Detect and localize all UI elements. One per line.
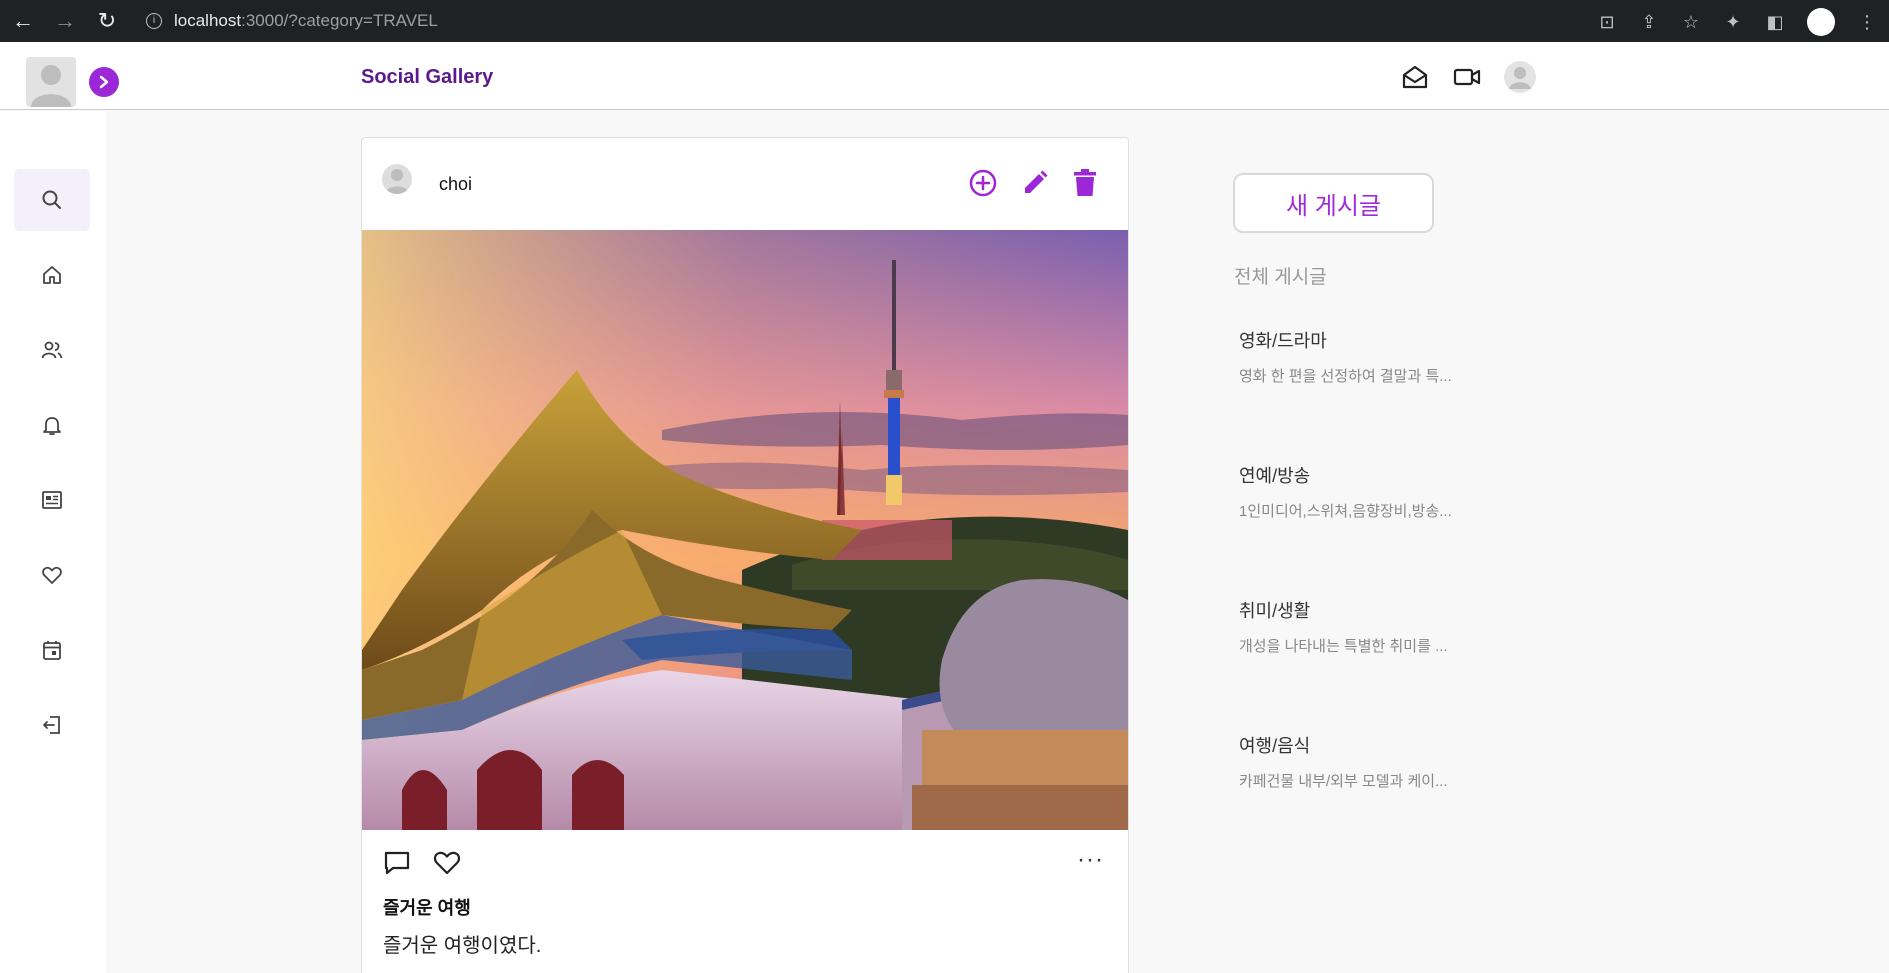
category-desc: 1인미디어,스위쳐,음향장비,방송...: [1239, 503, 1452, 520]
add-circle-icon[interactable]: [968, 168, 998, 203]
chevron-right-icon: [99, 75, 109, 89]
translate-icon[interactable]: ⊡: [1597, 12, 1617, 33]
like-heart-icon[interactable]: [432, 848, 462, 883]
category-desc: 개성을 나타내는 특별한 취미를 ...: [1239, 638, 1448, 655]
url-text[interactable]: localhost:3000/?category=TRAVEL: [174, 11, 438, 31]
app-header: Social Gallery: [0, 42, 1889, 110]
delete-icon[interactable]: [1072, 168, 1098, 203]
logout-icon: [43, 716, 60, 734]
browser-toolbar: ← → ↻ i localhost:3000/?category=TRAVEL …: [0, 0, 1889, 42]
forward-icon[interactable]: →: [54, 10, 76, 32]
share-icon[interactable]: ⇪: [1639, 12, 1659, 33]
category-title: 취미/생활: [1239, 601, 1311, 621]
new-post-button[interactable]: 새 게시글: [1233, 173, 1434, 233]
brand-title[interactable]: Social Gallery: [361, 66, 493, 89]
home-icon: [43, 266, 61, 284]
star-icon[interactable]: ☆: [1681, 12, 1701, 33]
sidebar-item-home[interactable]: [14, 244, 90, 306]
post-author-name[interactable]: choi: [439, 174, 472, 195]
browser-profile-avatar[interactable]: [1807, 8, 1835, 36]
user-avatar[interactable]: [26, 57, 76, 107]
post-image[interactable]: [362, 230, 1128, 830]
category-item[interactable]: 영화/드라마 영화 한 편을 선정하여 결말과 특...: [1239, 327, 1452, 386]
category-title: 영화/드라마: [1239, 331, 1327, 351]
heart-icon: [42, 566, 62, 584]
extensions-icon[interactable]: ✦: [1723, 12, 1743, 33]
all-posts-link[interactable]: 전체 게시글: [1234, 262, 1327, 289]
sidebar: [0, 111, 106, 973]
video-icon[interactable]: [1452, 62, 1482, 97]
users-icon: [41, 341, 63, 359]
search-icon: [42, 190, 61, 209]
bell-icon: [43, 417, 61, 435]
browser-menu-icon[interactable]: ⋮: [1857, 12, 1877, 33]
category-item[interactable]: 취미/생활 개성을 나타내는 특별한 취미를 ...: [1239, 597, 1448, 656]
mail-icon[interactable]: [1400, 62, 1430, 97]
sidebar-item-search[interactable]: [14, 169, 90, 231]
category-title: 여행/음식: [1239, 736, 1311, 756]
reload-icon[interactable]: ↻: [96, 10, 118, 32]
category-item[interactable]: 연예/방송 1인미디어,스위쳐,음향장비,방송...: [1239, 462, 1452, 521]
comment-icon[interactable]: [382, 848, 412, 883]
post-title: 즐거운 여행: [383, 898, 471, 918]
category-desc: 카페건물 내부/외부 모델과 케이...: [1239, 773, 1448, 790]
newspaper-icon: [42, 491, 62, 509]
sidebar-item-logout[interactable]: [14, 694, 90, 756]
category-item[interactable]: 여행/음식 카페건물 내부/외부 모델과 케이...: [1239, 732, 1448, 791]
back-icon[interactable]: ←: [12, 10, 34, 32]
category-title: 연예/방송: [1239, 466, 1311, 486]
category-desc: 영화 한 편을 선정하여 결말과 특...: [1239, 368, 1452, 385]
post-author-avatar[interactable]: [382, 164, 412, 194]
sidebar-item-friends[interactable]: [14, 319, 90, 381]
more-options-icon[interactable]: ···: [1077, 846, 1104, 874]
sidebar-item-feed[interactable]: [14, 469, 90, 531]
profile-avatar-icon[interactable]: [1504, 61, 1536, 98]
post-header: choi: [362, 138, 1128, 230]
edit-icon[interactable]: [1020, 168, 1050, 203]
info-icon[interactable]: i: [146, 12, 162, 29]
sidebar-item-calendar[interactable]: [14, 619, 90, 681]
calendar-icon: [43, 641, 61, 660]
address-bar[interactable]: i localhost:3000/?category=TRAVEL: [132, 5, 1612, 36]
post-body: 즐거운 여행이였다.: [383, 935, 542, 957]
expand-sidebar-button[interactable]: [89, 67, 119, 97]
sidebar-item-notifications[interactable]: [14, 394, 90, 456]
post-card: choi ··· 즐거운 여행 즐거운 여행이였다.: [361, 137, 1129, 973]
sidebar-item-likes[interactable]: [14, 544, 90, 606]
side-panel-icon[interactable]: ◧: [1765, 12, 1785, 33]
